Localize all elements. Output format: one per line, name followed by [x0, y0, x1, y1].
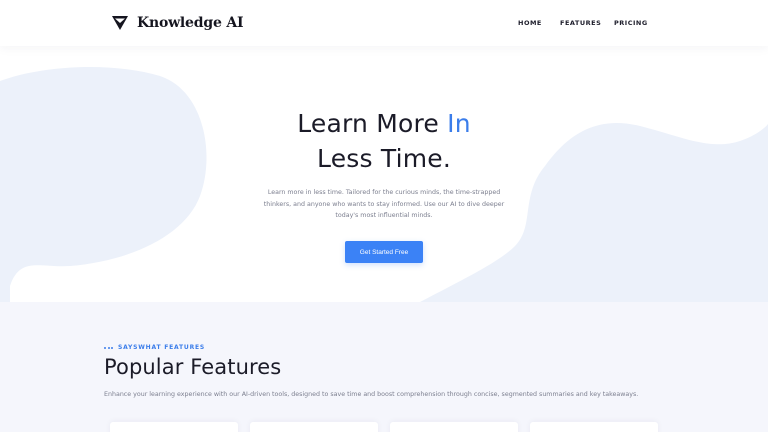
dots-icon [104, 346, 113, 349]
site-header: Knowledge AI HOME FEATURES PRICING [0, 0, 768, 46]
hero-title-accent: In [447, 109, 471, 138]
feature-card[interactable] [110, 422, 238, 432]
features-description: Enhance your learning experience with ou… [104, 391, 639, 398]
features-eyebrow-label: SAYSWHAT FEATURES [118, 344, 206, 351]
feature-card[interactable] [390, 422, 518, 432]
hero-description: Learn more in less time. Tailored for th… [263, 189, 505, 219]
feature-card[interactable] [530, 422, 658, 432]
nav-features[interactable]: FEATURES [560, 19, 601, 27]
main-nav: HOME FEATURES PRICING [0, 19, 768, 29]
hero-title: Learn More In Less Time. [0, 106, 768, 176]
hero-title-line2: Less Time. [317, 144, 451, 173]
features-section: SAYSWHAT FEATURES Popular Features Enhan… [0, 302, 768, 432]
features-eyebrow: SAYSWHAT FEATURES [104, 344, 205, 351]
nav-home[interactable]: HOME [518, 19, 542, 27]
hero-section: Learn More In Less Time. Learn more in l… [0, 46, 768, 302]
hero-title-line1: Learn More [297, 109, 448, 138]
get-started-button[interactable]: Get Started Free [345, 241, 423, 263]
feature-card[interactable] [250, 422, 378, 432]
nav-pricing[interactable]: PRICING [614, 19, 648, 27]
features-title: Popular Features [104, 355, 282, 379]
